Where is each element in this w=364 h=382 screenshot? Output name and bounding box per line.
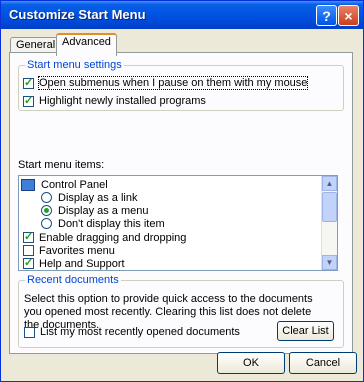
scroll-up-button[interactable]: ▲ (322, 176, 337, 191)
open-submenus-option[interactable]: Open submenus when I pause on them with … (23, 76, 309, 90)
start-menu-items-list[interactable]: Control Panel Display as a link Display … (18, 175, 338, 271)
chevron-up-icon: ▲ (325, 179, 334, 188)
list-recent-option[interactable]: List my most recently opened documents (24, 326, 240, 338)
clear-list-button[interactable]: Clear List (277, 321, 334, 341)
help-icon: ? (322, 7, 331, 24)
list-item[interactable]: Don't display this item (41, 217, 165, 230)
list-item[interactable]: Help and Support (23, 256, 125, 270)
highlight-label: Highlight newly installed programs (39, 95, 206, 107)
list-item-label: Enable dragging and dropping (39, 231, 187, 244)
list-item-label: Don't display this item (58, 217, 165, 230)
start-menu-settings-caption: Start menu settings (25, 59, 124, 71)
list-item-label: Help and Support (39, 257, 125, 270)
advanced-tab-panel: Start menu settings Open submenus when I… (9, 52, 353, 354)
start-menu-items-label: Start menu items: (18, 159, 105, 171)
list-recent-label: List my most recently opened documents (40, 326, 240, 338)
list-item[interactable]: Display as a menu (41, 204, 149, 217)
title-bar[interactable]: Customize Start Menu ? × (1, 1, 363, 29)
list-item-label: Control Panel (41, 178, 108, 191)
list-item-label: Favorites menu (39, 244, 115, 257)
list-item-label: Display as a menu (58, 204, 149, 217)
display-as-menu-radio[interactable] (41, 205, 52, 216)
close-icon: × (344, 7, 353, 24)
enable-dragging-checkbox[interactable] (23, 230, 34, 243)
dialog-client: General Advanced Start menu settings Ope… (4, 29, 360, 378)
highlight-checkbox[interactable] (23, 94, 34, 107)
recent-documents-caption: Recent documents (25, 274, 121, 286)
cancel-button[interactable]: Cancel (289, 352, 357, 374)
close-button[interactable]: × (338, 5, 359, 26)
list-item[interactable]: Control Panel (21, 178, 108, 191)
chevron-down-icon: ▼ (325, 258, 334, 267)
open-submenus-checkbox[interactable] (23, 76, 34, 89)
highlight-option[interactable]: Highlight newly installed programs (23, 94, 206, 107)
help-support-checkbox[interactable] (23, 256, 34, 269)
customize-start-menu-dialog: Customize Start Menu ? × General Advance… (0, 0, 364, 382)
control-panel-icon (21, 178, 35, 191)
help-button[interactable]: ? (316, 5, 337, 26)
dont-display-radio[interactable] (41, 218, 52, 229)
open-submenus-label: Open submenus when I pause on them with … (37, 76, 309, 90)
list-scrollbar[interactable]: ▲ ▼ (321, 176, 337, 270)
tab-advanced[interactable]: Advanced (56, 33, 117, 56)
list-item[interactable]: Display as a link (41, 191, 137, 204)
window-title: Customize Start Menu (9, 7, 146, 22)
start-menu-settings-group: Start menu settings Open submenus when I… (18, 59, 344, 111)
list-recent-checkbox[interactable] (24, 326, 35, 338)
list-item[interactable]: Favorites menu (23, 244, 115, 257)
scroll-thumb[interactable] (322, 192, 337, 222)
ok-button[interactable]: OK (217, 352, 285, 374)
list-item[interactable]: Enable dragging and dropping (23, 230, 187, 244)
favorites-menu-checkbox[interactable] (23, 245, 34, 256)
list-item-label: Display as a link (58, 191, 138, 204)
display-as-link-radio[interactable] (41, 192, 52, 203)
scroll-down-button[interactable]: ▼ (322, 255, 337, 270)
recent-documents-group: Recent documents Select this option to p… (18, 274, 344, 348)
